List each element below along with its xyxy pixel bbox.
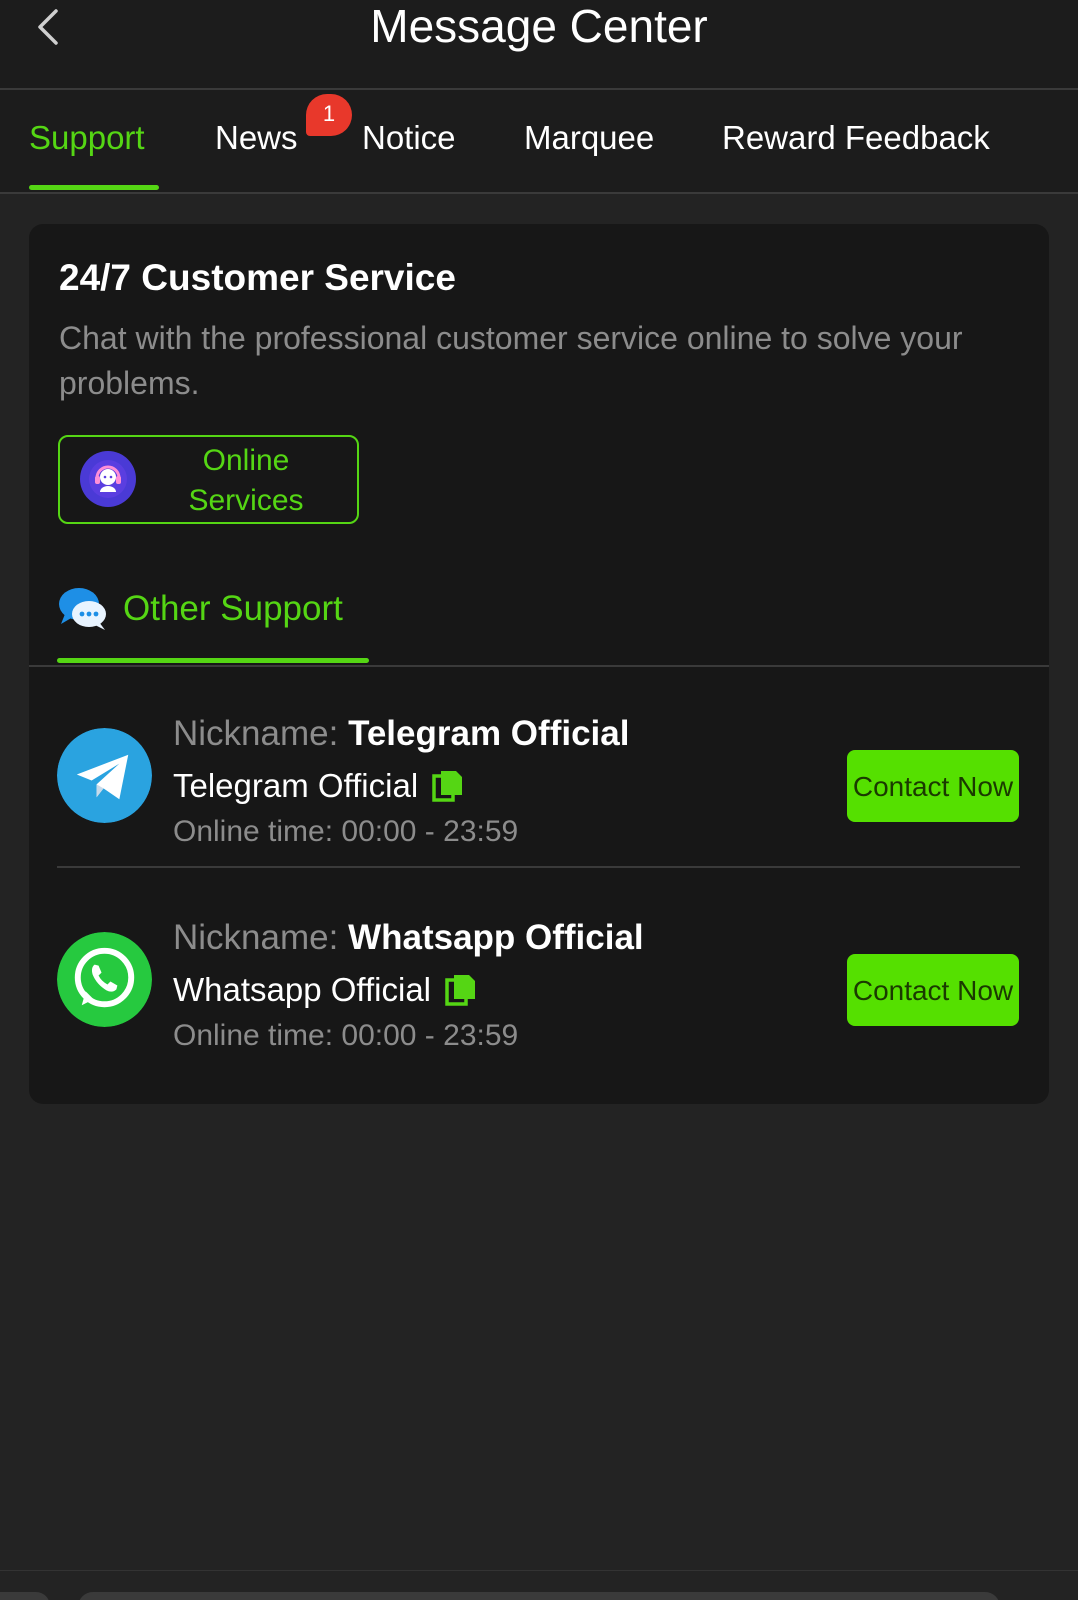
support-card: 24/7 Customer Service Chat with the prof…	[29, 224, 1049, 1104]
customer-service-title: 24/7 Customer Service	[59, 257, 456, 298]
nickname-label: Nickname:	[173, 714, 339, 753]
online-services-label: Online Services	[188, 444, 304, 517]
active-tab-indicator	[29, 185, 159, 190]
online-services-button[interactable]: Online Services	[58, 435, 359, 524]
telegram-icon	[57, 728, 152, 823]
contact-item-whatsapp: Nickname: Whatsapp Official Whatsapp Off…	[29, 898, 1049, 1078]
other-support-tab[interactable]: Other Support	[57, 584, 343, 634]
account-name: Whatsapp Official	[173, 971, 432, 1008]
nickname-value: Telegram Official	[348, 714, 630, 753]
account-name: Telegram Official	[173, 767, 419, 804]
other-support-label: Other Support	[123, 589, 343, 628]
other-support-indicator	[57, 658, 369, 663]
contact-nickname: Nickname: Whatsapp Official	[173, 916, 644, 960]
whatsapp-icon	[57, 932, 152, 1027]
copy-icon[interactable]	[432, 769, 464, 803]
divider	[29, 665, 1049, 667]
page-title: Message Center	[370, 0, 708, 52]
tab-support[interactable]: Support	[29, 118, 145, 158]
tab-news[interactable]: News	[215, 118, 298, 158]
contact-nickname: Nickname: Telegram Official	[173, 712, 629, 756]
contact-account: Telegram Official	[173, 764, 464, 808]
contact-account: Whatsapp Official	[173, 968, 477, 1012]
online-time: Online time: 00:00 - 23:59	[173, 815, 519, 848]
nickname-label: Nickname:	[173, 918, 339, 957]
tab-marquee[interactable]: Marquee	[524, 118, 654, 158]
chat-bubbles-icon	[59, 588, 106, 630]
contact-now-button[interactable]: Contact Now	[847, 750, 1019, 822]
divider	[57, 866, 1020, 868]
tab-reward-feedback[interactable]: Reward Feedback	[722, 118, 990, 158]
header: Message Center	[0, 0, 1078, 90]
message-center-page: Message Center Support News Notice Marqu…	[0, 0, 1078, 1600]
copy-icon[interactable]	[445, 973, 477, 1007]
bottom-bar	[78, 1592, 1000, 1600]
bottom-separator	[0, 1570, 1078, 1571]
tab-bar: Support News Notice Marquee Reward Feedb…	[0, 90, 1078, 194]
news-unread-badge: 1	[306, 94, 352, 136]
contact-item-telegram: Nickname: Telegram Official Telegram Off…	[29, 694, 1049, 874]
nickname-value: Whatsapp Official	[348, 918, 644, 957]
customer-service-description: Chat with the professional customer serv…	[59, 320, 963, 401]
bottom-bar-left	[0, 1592, 50, 1600]
tab-notice[interactable]: Notice	[362, 118, 456, 158]
headset-agent-icon	[80, 451, 136, 507]
contact-now-button[interactable]: Contact Now	[847, 954, 1019, 1026]
online-time: Online time: 00:00 - 23:59	[173, 1019, 519, 1052]
